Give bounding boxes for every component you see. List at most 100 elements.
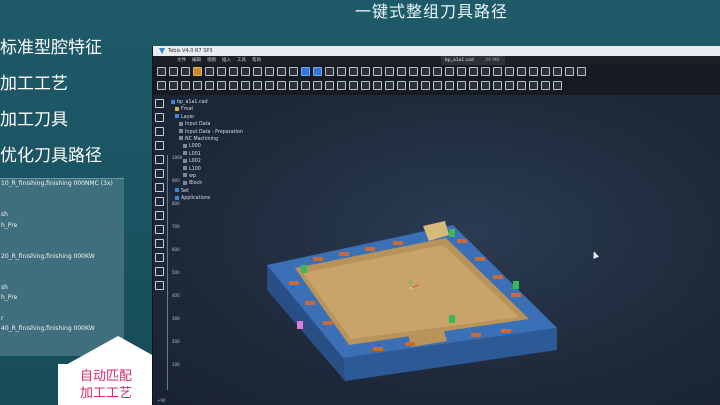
toolbar-tool-icon[interactable]: [493, 67, 502, 76]
toolbar-tool-icon[interactable]: [193, 81, 202, 90]
toolbar-tool-icon[interactable]: [301, 67, 310, 76]
view-tool-icon[interactable]: [155, 113, 164, 122]
toolbar-tool-icon[interactable]: [541, 67, 550, 76]
toolbar-tool-icon[interactable]: [529, 67, 538, 76]
menu-insert[interactable]: 插入: [222, 56, 231, 65]
toolbar-tool-icon[interactable]: [193, 67, 202, 76]
tree-item[interactable]: Fmat: [171, 106, 281, 113]
toolbar-tool-icon[interactable]: [277, 81, 286, 90]
toolbar-tool-icon[interactable]: [253, 81, 262, 90]
toolbar-tool-icon[interactable]: [553, 67, 562, 76]
view-tool-icon[interactable]: [155, 127, 164, 136]
toolbar-tool-icon[interactable]: [445, 81, 454, 90]
toolbar-tool-icon[interactable]: [181, 67, 190, 76]
tree-item[interactable]: L000: [171, 143, 281, 150]
toolbar-tool-icon[interactable]: [205, 81, 214, 90]
toolbar-tool-icon[interactable]: [301, 81, 310, 90]
3d-viewport[interactable]: 1000 900 800 700 600 500 400 300 200 100 bp_a1a1.…: [153, 95, 720, 405]
toolbar-tool-icon[interactable]: [349, 67, 358, 76]
toolbar-tool-icon[interactable]: [229, 81, 238, 90]
toolbar-tool-icon[interactable]: [565, 67, 574, 76]
view-tool-icon[interactable]: [155, 239, 164, 248]
toolbar-tool-icon[interactable]: [349, 81, 358, 90]
toolbar-tool-icon[interactable]: [373, 67, 382, 76]
toolbar-tool-icon[interactable]: [373, 81, 382, 90]
menu-view[interactable]: 视图: [207, 56, 216, 65]
toolbar-tool-icon[interactable]: [493, 81, 502, 90]
toolbar-tool-icon[interactable]: [517, 81, 526, 90]
toolbar-tool-icon[interactable]: [505, 67, 514, 76]
toolbar-tool-icon[interactable]: [361, 67, 370, 76]
tree-item[interactable]: Block: [171, 180, 281, 187]
toolbar-tool-icon[interactable]: [313, 81, 322, 90]
toolbar-tool-icon[interactable]: [241, 67, 250, 76]
menu-file[interactable]: 文件: [177, 56, 186, 65]
toolbar-tool-icon[interactable]: [469, 81, 478, 90]
toolbar-tool-icon[interactable]: [397, 67, 406, 76]
tree-item[interactable]: bp_a1a1.cad: [171, 99, 281, 106]
tree-item[interactable]: wp: [171, 173, 281, 180]
view-tool-icon[interactable]: [155, 211, 164, 220]
document-tab[interactable]: bp_a1a1.cad 39 MB: [441, 56, 505, 65]
toolbar-tool-icon[interactable]: [325, 81, 334, 90]
menu-help[interactable]: 帮助: [252, 56, 261, 65]
toolbar-tool-icon[interactable]: [433, 67, 442, 76]
toolbar-tool-icon[interactable]: [541, 81, 550, 90]
toolbar-tool-icon[interactable]: [253, 67, 262, 76]
toolbar-tool-icon[interactable]: [289, 67, 298, 76]
toolbar-tool-icon[interactable]: [337, 67, 346, 76]
view-tool-icon[interactable]: [155, 281, 164, 290]
tree-item[interactable]: NC Machining: [171, 136, 281, 143]
tree-item[interactable]: Input Data - Preparation: [171, 129, 281, 136]
toolbar-tool-icon[interactable]: [577, 67, 586, 76]
toolbar-tool-icon[interactable]: [421, 81, 430, 90]
tree-item[interactable]: Set: [171, 188, 281, 195]
toolbar-tool-icon[interactable]: [385, 67, 394, 76]
toolbar-tool-icon[interactable]: [205, 67, 214, 76]
view-tool-icon[interactable]: [155, 253, 164, 262]
view-tool-icon[interactable]: [155, 169, 164, 178]
toolbar-tool-icon[interactable]: [445, 67, 454, 76]
toolbar-tool-icon[interactable]: [289, 81, 298, 90]
toolbar-tool-icon[interactable]: [505, 81, 514, 90]
view-tool-icon[interactable]: [155, 183, 164, 192]
tree-item[interactable]: L100: [171, 166, 281, 173]
toolbar-tool-icon[interactable]: [421, 67, 430, 76]
toolbar-tool-icon[interactable]: [457, 67, 466, 76]
toolbar-tool-icon[interactable]: [169, 81, 178, 90]
menu-tools[interactable]: 工具: [237, 56, 246, 65]
toolbar-tool-icon[interactable]: [409, 81, 418, 90]
view-tool-icon[interactable]: [155, 225, 164, 234]
toolbar-tool-icon[interactable]: [397, 81, 406, 90]
toolbar-tool-icon[interactable]: [229, 67, 238, 76]
tree-item[interactable]: Layer: [171, 114, 281, 121]
toolbar-tool-icon[interactable]: [409, 67, 418, 76]
toolbar-tool-icon[interactable]: [457, 81, 466, 90]
toolbar-tool-icon[interactable]: [361, 81, 370, 90]
toolbar-tool-icon[interactable]: [265, 67, 274, 76]
toolbar-tool-icon[interactable]: [241, 81, 250, 90]
tree-item[interactable]: Applications: [171, 195, 281, 202]
toolbar-tool-icon[interactable]: [469, 67, 478, 76]
toolbar-tool-icon[interactable]: [529, 81, 538, 90]
tree-item[interactable]: L002: [171, 158, 281, 165]
view-tool-icon[interactable]: [155, 267, 164, 276]
toolbar-tool-icon[interactable]: [265, 81, 274, 90]
toolbar-tool-icon[interactable]: [433, 81, 442, 90]
toolbar-tool-icon[interactable]: [313, 67, 322, 76]
toolbar-tool-icon[interactable]: [481, 81, 490, 90]
toolbar-tool-icon[interactable]: [217, 81, 226, 90]
toolbar-tool-icon[interactable]: [517, 67, 526, 76]
view-tool-icon[interactable]: [155, 155, 164, 164]
view-tool-icon[interactable]: [155, 99, 164, 108]
toolbar-tool-icon[interactable]: [217, 67, 226, 76]
tree-item[interactable]: L001: [171, 151, 281, 158]
toolbar-tool-icon[interactable]: [337, 81, 346, 90]
menu-edit[interactable]: 编辑: [192, 56, 201, 65]
toolbar-tool-icon[interactable]: [481, 67, 490, 76]
view-tool-icon[interactable]: [155, 197, 164, 206]
toolbar-tool-icon[interactable]: [157, 81, 166, 90]
toolbar-tool-icon[interactable]: [181, 81, 190, 90]
toolbar-tool-icon[interactable]: [157, 67, 166, 76]
toolbar-tool-icon[interactable]: [553, 81, 562, 90]
